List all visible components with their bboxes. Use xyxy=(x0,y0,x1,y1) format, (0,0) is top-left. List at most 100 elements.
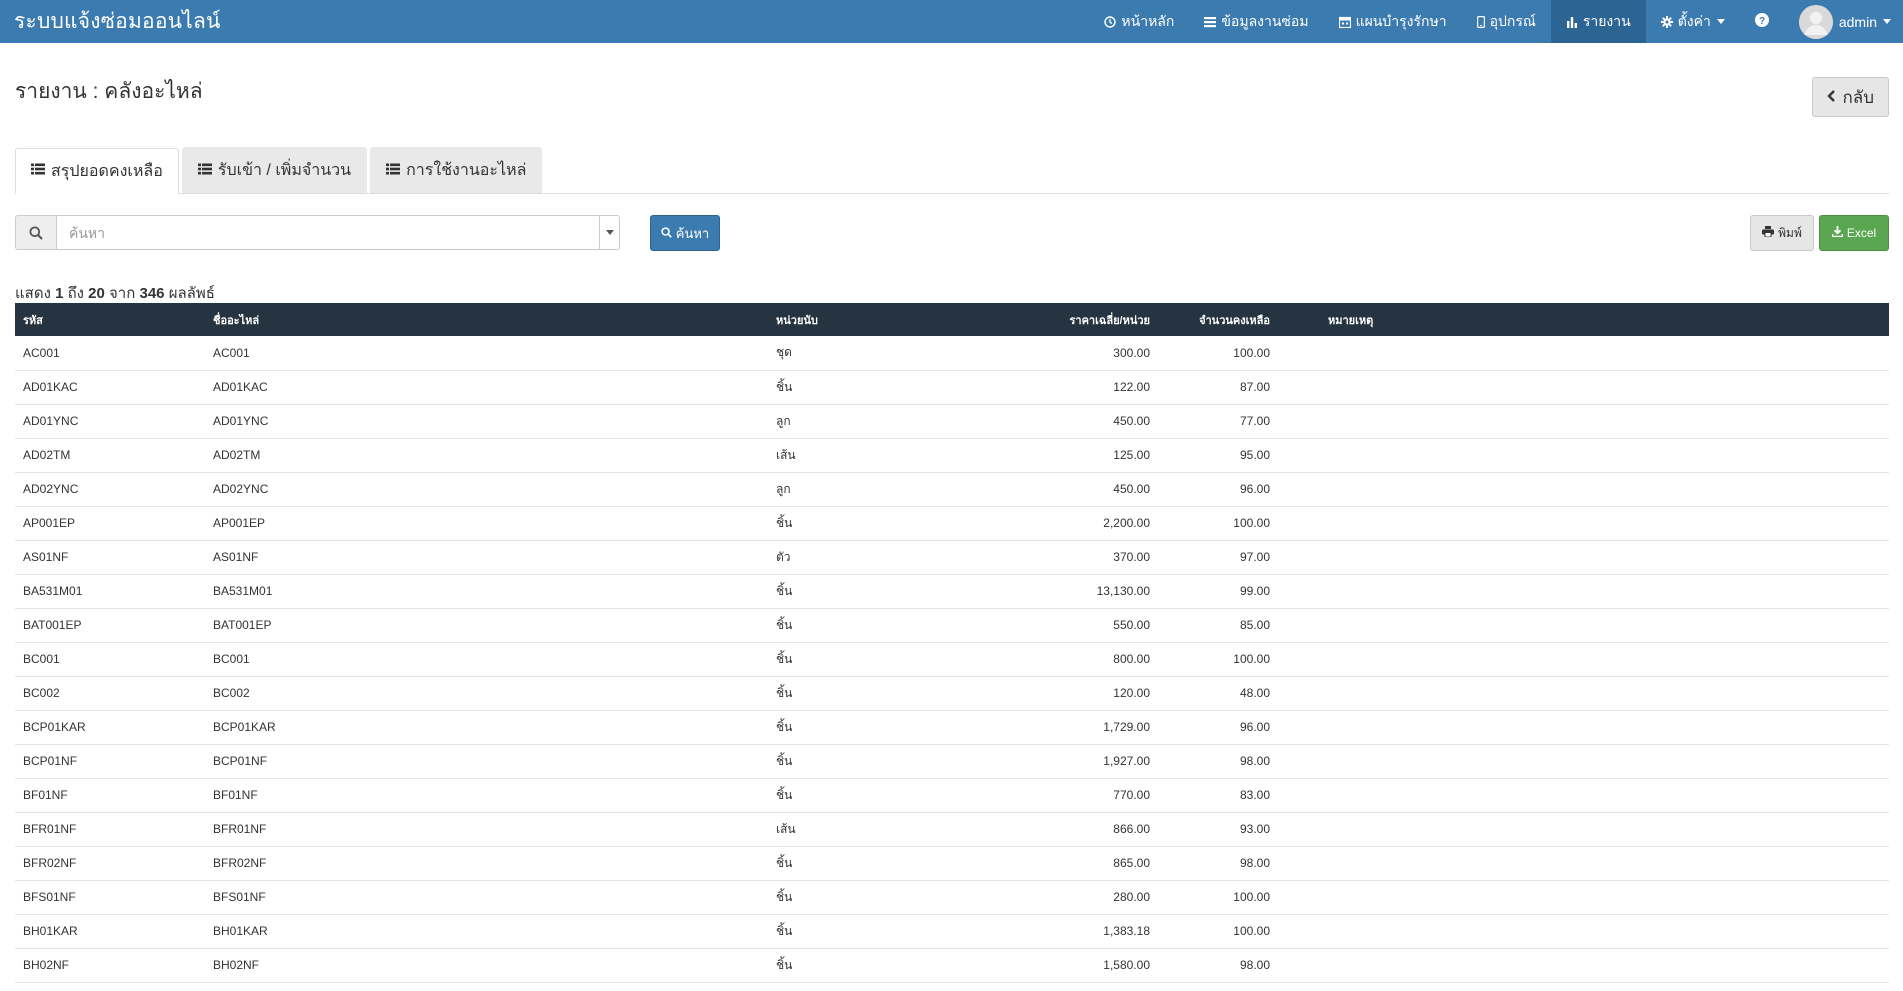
cell-name: BFR02NF xyxy=(213,856,267,870)
cell-unit: ชิ้น xyxy=(776,719,793,734)
cell-note xyxy=(1278,642,1889,676)
cell-note xyxy=(1278,812,1889,846)
table-row[interactable]: BA531M01 BA531M01 ชิ้น 13,130.00 99.00 xyxy=(15,574,1889,608)
tab-usage[interactable]: การใช้งานอะไหล่ xyxy=(370,147,543,193)
search-dropdown-toggle[interactable] xyxy=(600,215,620,250)
cell-unit: ชิ้น xyxy=(776,685,793,700)
cell-avg-price: 1,383.18 xyxy=(1103,924,1150,938)
cell-avg-price: 125.00 xyxy=(1113,448,1150,462)
cell-name: BA531M01 xyxy=(213,584,273,598)
nav-item-home[interactable]: หน้าหลัก xyxy=(1089,0,1189,43)
cell-remaining: 98.00 xyxy=(1239,958,1270,972)
col-header-note[interactable]: หมายเหตุ xyxy=(1278,303,1889,336)
table-row[interactable]: AC001 AC001 ชุด 300.00 100.00 xyxy=(15,336,1889,370)
cell-avg-price: 450.00 xyxy=(1113,414,1150,428)
cell-unit: ชิ้น xyxy=(776,583,793,598)
tab-receive[interactable]: รับเข้า / เพิ่มจำนวน xyxy=(181,147,368,193)
cell-avg-price: 1,927.00 xyxy=(1103,754,1150,768)
nav-item-label: หน้าหลัก xyxy=(1121,12,1175,29)
search-icon xyxy=(661,226,672,241)
summary-total: 346 xyxy=(139,285,165,302)
table-row[interactable]: AD01KAC AD01KAC ชิ้น 122.00 87.00 xyxy=(15,370,1889,404)
excel-button-label: Excel xyxy=(1846,226,1877,240)
mobile-icon xyxy=(1476,15,1485,28)
search-toolbar: ค้นหา พิมพ์ Excel xyxy=(15,194,1889,284)
clock-icon xyxy=(1104,15,1117,28)
excel-export-button[interactable]: Excel xyxy=(1819,215,1889,251)
col-header-code[interactable]: รหัส xyxy=(15,303,205,336)
cell-code: BA531M01 xyxy=(23,584,83,598)
table-row[interactable]: BH02NF BH02NF ชิ้น 1,580.00 98.00 xyxy=(15,948,1889,982)
cell-unit: ชิ้น xyxy=(776,617,793,632)
table-row[interactable]: BC001 BC001 ชิ้น 800.00 100.00 xyxy=(15,642,1889,676)
col-header-unit[interactable]: หน่วยนับ xyxy=(768,303,918,336)
cell-name: BC002 xyxy=(213,686,250,700)
cell-name: AC001 xyxy=(213,345,250,360)
search-icon xyxy=(15,215,56,250)
nav-item-devices[interactable]: อุปกรณ์ xyxy=(1462,0,1551,43)
user-menu[interactable]: admin xyxy=(1784,0,1903,43)
bar-chart-icon xyxy=(1566,16,1578,28)
table-row[interactable]: BC002 BC002 ชิ้น 120.00 48.00 xyxy=(15,676,1889,710)
table-row[interactable]: BCP01KAR BCP01KAR ชิ้น 1,729.00 96.00 xyxy=(15,710,1889,744)
cell-avg-price: 1,580.00 xyxy=(1103,958,1150,972)
table-row[interactable]: BFR02NF BFR02NF ชิ้น 865.00 98.00 xyxy=(15,846,1889,880)
cell-unit: ชิ้น xyxy=(776,651,793,666)
table-row[interactable]: BH01KAR BH01KAR ชิ้น 1,383.18 100.00 xyxy=(15,914,1889,948)
table-row[interactable]: BF01NF BF01NF ชิ้น 770.00 83.00 xyxy=(15,778,1889,812)
table-row[interactable]: AD02YNC AD02YNC ลูก 450.00 96.00 xyxy=(15,472,1889,506)
cell-remaining: 99.00 xyxy=(1239,584,1270,598)
cell-avg-price: 450.00 xyxy=(1113,482,1150,496)
cell-avg-price: 120.00 xyxy=(1113,686,1150,700)
table-row[interactable]: AD01YNC AD01YNC ลูก 450.00 77.00 xyxy=(15,404,1889,438)
col-header-remaining[interactable]: จำนวนคงเหลือ xyxy=(1158,303,1278,336)
cell-avg-price: 865.00 xyxy=(1113,856,1150,870)
cell-note xyxy=(1278,948,1889,982)
search-input[interactable] xyxy=(56,215,600,250)
back-button[interactable]: กลับ xyxy=(1812,77,1889,117)
tab-balance-summary[interactable]: สรุปยอดคงเหลือ xyxy=(15,148,179,194)
cell-name: BFS01NF xyxy=(213,890,266,904)
cell-unit: ชิ้น xyxy=(776,889,793,904)
cell-note xyxy=(1278,438,1889,472)
nav-item-maintenance-plan[interactable]: แผนบำรุงรักษา xyxy=(1324,0,1462,43)
search-button[interactable]: ค้นหา xyxy=(650,215,720,251)
cell-name: AS01NF xyxy=(213,550,259,564)
top-navbar: ระบบแจ้งซ่อมออนไลน์ หน้าหลัก ข้อมูลงานซ่… xyxy=(0,0,1903,43)
print-button[interactable]: พิมพ์ xyxy=(1750,215,1814,251)
table-row[interactable]: AD02TM AD02TM เส้น 125.00 95.00 xyxy=(15,438,1889,472)
table-header-row: รหัส ชื่ออะไหล่ หน่วยนับ ราคาเฉลี่ย/หน่ว… xyxy=(15,303,1889,336)
report-tabs: สรุปยอดคงเหลือ รับเข้า / เพิ่มจำนวน การใ… xyxy=(15,147,1889,194)
cell-code: BCP01KAR xyxy=(23,720,86,734)
table-row[interactable]: BFS01NF BFS01NF ชิ้น 280.00 100.00 xyxy=(15,880,1889,914)
main-content: รายงาน : คลังอะไหล่ กลับ สรุปยอดคงเหลือ … xyxy=(0,43,1903,983)
help-button[interactable]: ? xyxy=(1740,0,1784,43)
col-header-avg-price[interactable]: ราคาเฉลี่ย/หน่วย xyxy=(918,303,1158,336)
table-row[interactable]: BFR01NF BFR01NF เส้น 866.00 93.00 xyxy=(15,812,1889,846)
table-row[interactable]: BCP01NF BCP01NF ชิ้น 1,927.00 98.00 xyxy=(15,744,1889,778)
cell-remaining: 96.00 xyxy=(1239,482,1270,496)
table-row[interactable]: AP001EP AP001EP ชิ้น 2,200.00 100.00 xyxy=(15,506,1889,540)
cell-note xyxy=(1278,846,1889,880)
cell-unit: ชิ้น xyxy=(776,515,793,530)
cell-code: BH02NF xyxy=(23,958,70,972)
cell-avg-price: 866.00 xyxy=(1113,822,1150,836)
nav-item-settings[interactable]: ตั้งค่า xyxy=(1646,0,1740,43)
app-brand[interactable]: ระบบแจ้งซ่อมออนไลน์ xyxy=(14,5,221,38)
cell-code: AD02TM xyxy=(23,448,71,462)
table-row[interactable]: AS01NF AS01NF ตัว 370.00 97.00 xyxy=(15,540,1889,574)
cell-unit: ชุด xyxy=(776,345,792,360)
cell-name: BF01NF xyxy=(213,788,258,802)
cell-note xyxy=(1278,744,1889,778)
cell-name: BFR01NF xyxy=(213,822,267,836)
table-body: AC001 AC001 ชุด 300.00 100.00 AD01KAC AD01KAC ช… xyxy=(15,336,1889,982)
cell-remaining: 77.00 xyxy=(1239,414,1270,428)
cell-code: AD02YNC xyxy=(23,482,79,496)
cell-remaining: 100.00 xyxy=(1233,345,1270,360)
cell-name: BH02NF xyxy=(213,958,260,972)
col-header-name[interactable]: ชื่ออะไหล่ xyxy=(205,303,768,336)
nav-item-label: แผนบำรุงรักษา xyxy=(1355,12,1447,29)
table-row[interactable]: BAT001EP BAT001EP ชิ้น 550.00 85.00 xyxy=(15,608,1889,642)
nav-item-reports[interactable]: รายงาน xyxy=(1550,0,1646,43)
nav-item-repair-data[interactable]: ข้อมูลงานซ่อม xyxy=(1189,0,1323,43)
